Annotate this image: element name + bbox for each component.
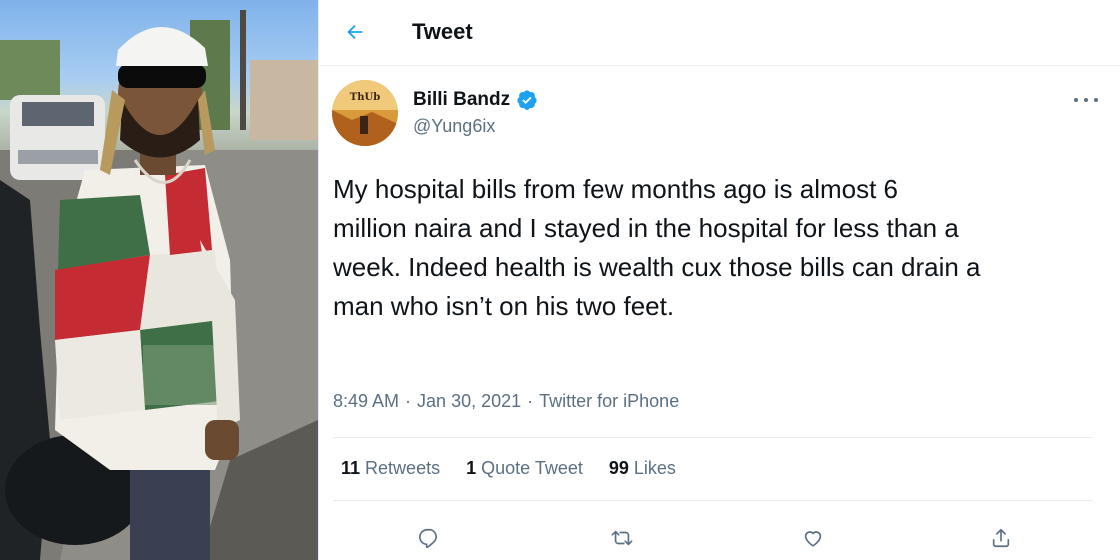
- tweet-actions: [319, 518, 1120, 558]
- tweet-text: My hospital bills from few months ago is…: [333, 170, 1103, 326]
- tweet-line: man who isn’t on his two feet.: [333, 291, 675, 321]
- divider: [333, 500, 1093, 501]
- tweet-date[interactable]: Jan 30, 2021: [417, 391, 521, 412]
- tweet-panel: Tweet ThUb Billi Bandz @Yung6ix My hospi…: [318, 0, 1120, 560]
- author-avatar[interactable]: ThUb: [332, 80, 398, 146]
- author-handle[interactable]: @Yung6ix: [413, 116, 495, 137]
- like-button[interactable]: [793, 518, 833, 558]
- tweet-line: My hospital bills from few months ago is…: [333, 174, 898, 204]
- likes-stat[interactable]: 99 Likes: [609, 458, 676, 479]
- share-button[interactable]: [981, 518, 1021, 558]
- author-name[interactable]: Billi Bandz: [413, 89, 510, 111]
- author-name-row: Billi Bandz: [413, 89, 538, 111]
- like-icon: [804, 531, 822, 547]
- tweet-line: million naira and I stayed in the hospit…: [333, 213, 959, 243]
- retweet-icon: [611, 530, 633, 546]
- tweet-time[interactable]: 8:49 AM: [333, 391, 399, 412]
- meta-separator: ·: [527, 391, 534, 411]
- tweet-source[interactable]: Twitter for iPhone: [539, 391, 679, 412]
- retweets-stat[interactable]: 11 Retweets: [341, 458, 440, 479]
- quote-tweets-stat[interactable]: 1 Quote Tweet: [466, 458, 583, 479]
- back-button[interactable]: [339, 16, 371, 48]
- tweet-header: Tweet: [319, 0, 1120, 66]
- share-icon: [992, 528, 1010, 548]
- avatar-text: ThUb: [350, 92, 380, 103]
- verified-badge-icon: [517, 90, 537, 110]
- tweet-line: week. Indeed health is wealth cux those …: [333, 252, 981, 282]
- tweet-stats: 11 Retweets 1 Quote Tweet 99 Likes: [341, 458, 676, 479]
- page-title: Tweet: [412, 19, 473, 44]
- profile-photo: [0, 0, 318, 560]
- more-icon: [1074, 98, 1078, 102]
- retweet-button[interactable]: [602, 518, 642, 558]
- reply-icon: [419, 528, 437, 549]
- reply-button[interactable]: [409, 518, 449, 558]
- meta-separator: ·: [405, 391, 412, 411]
- arrow-left-icon: [347, 24, 363, 40]
- tweet-meta: 8:49 AM · Jan 30, 2021 · Twitter for iPh…: [333, 391, 679, 412]
- divider: [333, 437, 1093, 438]
- more-button[interactable]: [1074, 92, 1098, 108]
